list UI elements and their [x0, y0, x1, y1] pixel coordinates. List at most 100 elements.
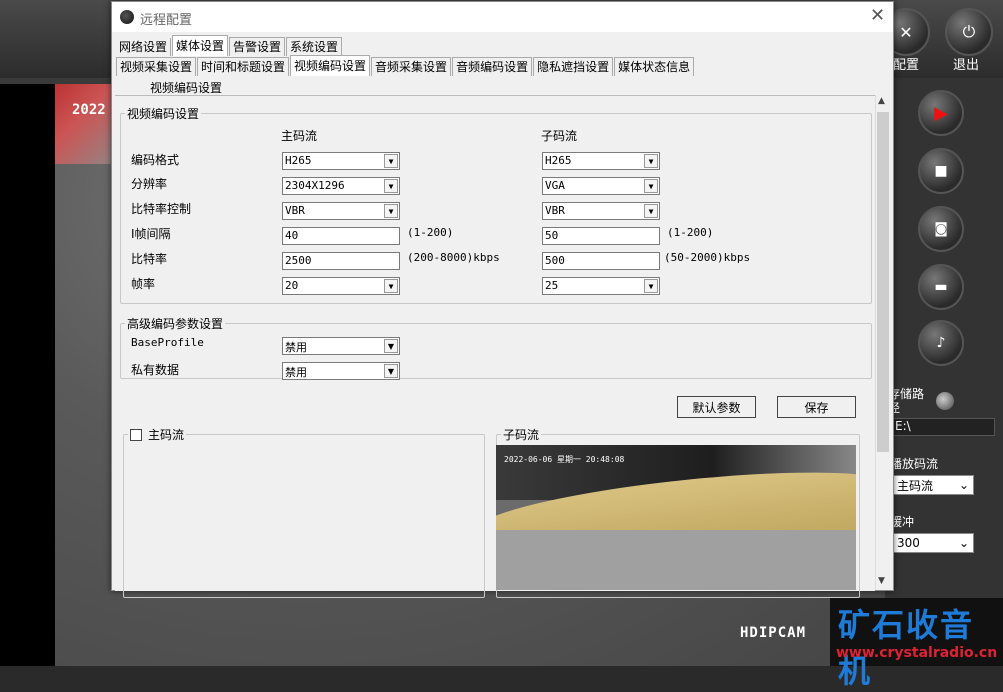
- main-bitrate-control-value: VBR: [285, 204, 305, 217]
- record-button[interactable]: ▶: [918, 90, 964, 136]
- default-params-button[interactable]: 默认参数: [677, 396, 756, 418]
- tab-time-title[interactable]: 时间和标题设置: [197, 57, 290, 76]
- close-button[interactable]: ✕: [870, 5, 885, 26]
- sub-bitrate-control-value: VBR: [545, 204, 565, 217]
- main-stream-checkbox[interactable]: [130, 428, 142, 441]
- base-profile-value: 禁用: [285, 341, 307, 354]
- tab-video-encoding[interactable]: 视频编码设置: [290, 55, 371, 76]
- preview-floor: [496, 530, 856, 590]
- chevron-down-icon: ▼: [644, 154, 658, 168]
- section-subheader: 视频编码设置: [150, 81, 223, 95]
- sub-framerate-select[interactable]: 25 ▼: [542, 277, 660, 295]
- preview-timestamp: 2022-06-06 星期一 20:48:08: [504, 455, 625, 464]
- buffer-select[interactable]: 300 ⌄: [890, 533, 974, 553]
- base-profile-label: BaseProfile: [131, 336, 204, 349]
- record-icon: ▶: [934, 102, 948, 124]
- dialog-titlebar[interactable]: 远程配置 ✕: [112, 2, 893, 32]
- resolution-label: 分辨率: [131, 177, 168, 191]
- power-icon: ⏻: [962, 22, 976, 41]
- private-data-label: 私有数据: [131, 363, 180, 377]
- main-stream-preview-legend: 主码流: [128, 426, 186, 443]
- scroll-down-icon[interactable]: ▼: [878, 576, 885, 586]
- video-left-band: [0, 84, 55, 666]
- sub-codec-value: H265: [545, 154, 572, 167]
- main-resolution-value: 2304X1296: [285, 179, 345, 192]
- codec-label: 编码格式: [131, 153, 180, 167]
- chevron-down-icon: ▼: [644, 179, 658, 193]
- tab-audio-encoding[interactable]: 音频编码设置: [452, 57, 533, 76]
- main-iframe-range: (1-200): [407, 226, 454, 239]
- tab-media-status[interactable]: 媒体状态信息: [614, 57, 695, 76]
- scrollbar-thumb[interactable]: [877, 112, 889, 452]
- config-button-label: 配置: [893, 58, 920, 73]
- main-codec-select[interactable]: H265 ▼: [282, 152, 400, 170]
- private-data-select[interactable]: 禁用 ▼: [282, 362, 400, 380]
- chevron-down-icon: ▼: [384, 339, 398, 353]
- sub-bitrate-range: (50-2000)kbps: [664, 251, 751, 264]
- private-data-value: 禁用: [285, 366, 307, 379]
- tabs-row-primary: 网络设置 媒体设置 告警设置 系统设置: [116, 35, 343, 56]
- video-timestamp: 2022: [72, 102, 106, 118]
- video-brand-overlay: HDIPCAM: [740, 625, 807, 641]
- stop-button[interactable]: ■: [918, 148, 964, 194]
- playback-stream-value: 主码流: [897, 478, 934, 493]
- app-icon: [120, 10, 134, 24]
- tab-system[interactable]: 系统设置: [286, 37, 343, 56]
- main-stream-header: 主码流: [281, 129, 318, 143]
- playback-stream-select[interactable]: 主码流 ⌄: [890, 475, 974, 495]
- tab-network[interactable]: 网络设置: [116, 38, 172, 56]
- sub-bitrate-control-select[interactable]: VBR ▼: [542, 202, 660, 220]
- main-framerate-select[interactable]: 20 ▼: [282, 277, 400, 295]
- sub-stream-video-preview[interactable]: 2022-06-06 星期一 20:48:08: [496, 445, 856, 590]
- tab-media[interactable]: 媒体设置: [172, 35, 229, 56]
- tab-audio-capture[interactable]: 音频采集设置: [371, 57, 452, 76]
- sub-iframe-range: (1-200): [667, 226, 714, 239]
- sub-codec-select[interactable]: H265 ▼: [542, 152, 660, 170]
- sub-bitrate-input[interactable]: 500: [542, 252, 660, 270]
- chevron-down-icon: ⌄: [958, 478, 969, 492]
- main-resolution-select[interactable]: 2304X1296 ▼: [282, 177, 400, 195]
- clapper-icon: ▬: [934, 279, 948, 295]
- save-button[interactable]: 保存: [777, 396, 856, 418]
- sub-resolution-value: VGA: [545, 179, 565, 192]
- base-profile-select[interactable]: 禁用 ▼: [282, 337, 400, 355]
- exit-button[interactable]: ⏻: [945, 8, 993, 56]
- dialog-title: 远程配置: [140, 13, 193, 28]
- main-bitrate-control-select[interactable]: VBR ▼: [282, 202, 400, 220]
- tabs-row-secondary: 视频采集设置 时间和标题设置 视频编码设置 音频采集设置 音频编码设置 隐私遮挡…: [116, 55, 695, 76]
- snapshot-button[interactable]: ◙: [918, 206, 964, 252]
- storage-path-field[interactable]: E:\: [890, 418, 995, 436]
- stop-icon: ■: [934, 163, 948, 179]
- main-bitrate-range: (200-8000)kbps: [407, 251, 500, 264]
- browse-path-button[interactable]: [936, 392, 954, 410]
- main-bitrate-input[interactable]: 2500: [282, 252, 400, 270]
- chevron-down-icon: ▼: [384, 364, 398, 378]
- advanced-encoding-group: 高级编码参数设置: [120, 315, 872, 379]
- tab-video-capture[interactable]: 视频采集设置: [116, 57, 197, 76]
- main-stream-preview-group: 主码流: [123, 426, 485, 598]
- sub-stream-preview-legend: 子码流: [503, 428, 540, 442]
- remote-config-dialog: 远程配置 ✕ 网络设置 媒体设置 告警设置 系统设置 视频采集设置 时间和标题设…: [111, 1, 894, 598]
- main-stream-preview-label: 主码流: [148, 428, 185, 442]
- main-codec-value: H265: [285, 154, 312, 167]
- video-record-button[interactable]: ▬: [918, 264, 964, 310]
- watermark-url: www.crystalradio.cn: [836, 645, 998, 661]
- chevron-down-icon: ▼: [384, 154, 398, 168]
- tab-alarm[interactable]: 告警设置: [229, 37, 286, 56]
- chevron-down-icon: ▼: [384, 279, 398, 293]
- bitrate-label: 比特率: [131, 252, 168, 266]
- chevron-down-icon: ▼: [384, 204, 398, 218]
- config-icon: ✕: [899, 22, 913, 42]
- talk-button[interactable]: ♪: [918, 320, 964, 366]
- scroll-up-icon[interactable]: ▲: [878, 96, 885, 106]
- chevron-down-icon: ⌄: [958, 536, 969, 550]
- sub-resolution-select[interactable]: VGA ▼: [542, 177, 660, 195]
- framerate-label: 帧率: [131, 277, 156, 291]
- sub-framerate-value: 25: [545, 279, 559, 292]
- main-iframe-interval-input[interactable]: 40: [282, 227, 400, 245]
- tab-privacy-mask[interactable]: 隐私遮挡设置: [533, 57, 614, 76]
- sub-iframe-interval-input[interactable]: 50: [542, 227, 660, 245]
- storage-path-label: 存储路径: [888, 387, 925, 415]
- bitrate-control-label: 比特率控制: [131, 202, 192, 216]
- microphone-icon: ♪: [936, 335, 946, 351]
